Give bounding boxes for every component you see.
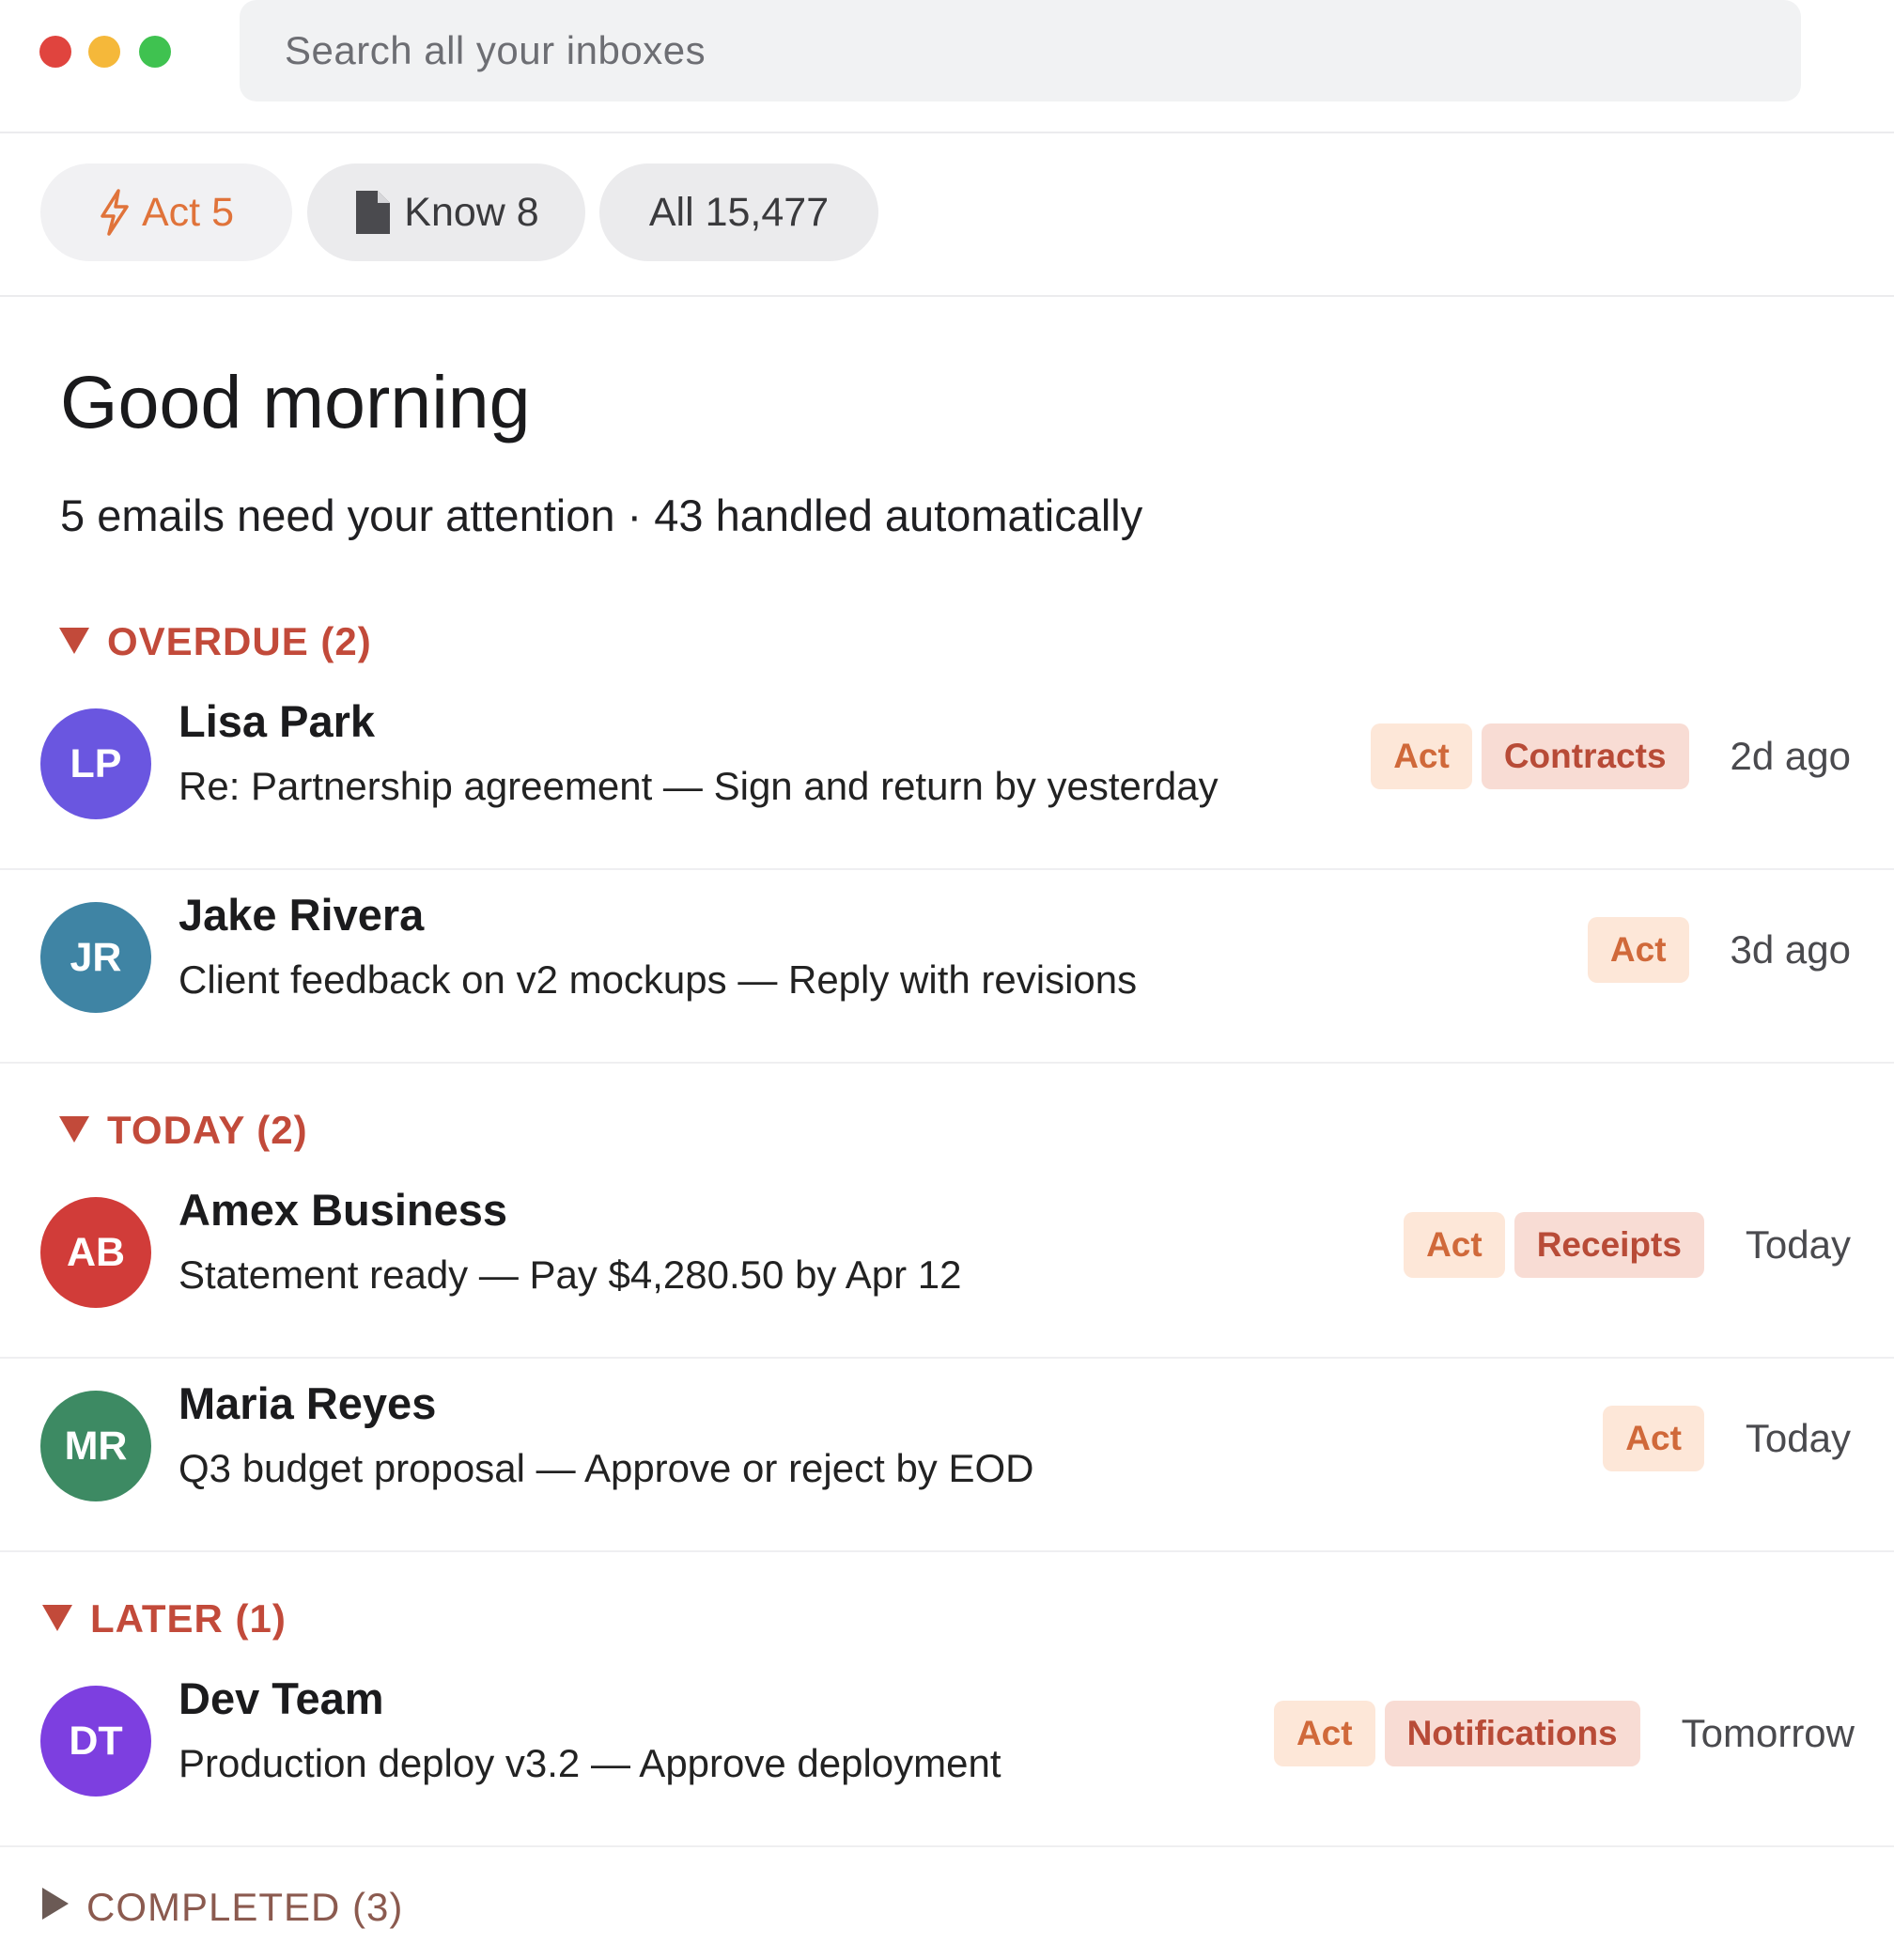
email-subject: Q3 budget proposal — Approve or reject b… bbox=[179, 1446, 1034, 1490]
section-header-today[interactable]: TODAY (2) bbox=[58, 1111, 308, 1150]
maximize-window-button[interactable] bbox=[139, 36, 171, 68]
sender-name: Jake Rivera bbox=[179, 890, 425, 940]
act-tag[interactable]: Act bbox=[1587, 917, 1689, 983]
tab-know-label: Know 8 bbox=[404, 189, 539, 235]
tab-all-label: All 15,477 bbox=[648, 189, 830, 235]
minimize-window-button[interactable] bbox=[88, 36, 120, 68]
avatar: LP bbox=[40, 708, 151, 819]
email-subject: Production deploy v3.2 — Approve deploym… bbox=[179, 1741, 1001, 1785]
email-meta: Act Receipts Today bbox=[1404, 1212, 1851, 1278]
collapse-triangle-icon bbox=[58, 1111, 90, 1150]
email-subject: Re: Partnership agreement — Sign and ret… bbox=[179, 764, 1219, 808]
act-tag[interactable]: Act bbox=[1371, 723, 1472, 789]
page-title: Good morning bbox=[60, 360, 531, 443]
tab-act-label: Act 5 bbox=[142, 189, 234, 235]
section-header-label: COMPLETED (3) bbox=[86, 1884, 404, 1929]
collapse-triangle-icon bbox=[58, 622, 90, 661]
email-row[interactable]: JR Jake Rivera Client feedback on v2 moc… bbox=[0, 870, 1894, 1064]
tab-act[interactable]: Act 5 bbox=[40, 163, 292, 261]
tab-all[interactable]: All 15,477 bbox=[599, 163, 878, 261]
section-header-label: LATER (1) bbox=[90, 1596, 287, 1641]
email-time: 3d ago bbox=[1730, 927, 1851, 972]
document-icon bbox=[353, 188, 393, 237]
email-time: 2d ago bbox=[1730, 734, 1851, 778]
act-tag[interactable]: Act bbox=[1273, 1701, 1375, 1766]
collapse-triangle-icon bbox=[41, 1599, 73, 1639]
sender-name: Amex Business bbox=[179, 1185, 508, 1235]
section-header-later[interactable]: LATER (1) bbox=[41, 1599, 287, 1639]
email-row[interactable]: AB Amex Business Statement ready — Pay $… bbox=[0, 1165, 1894, 1359]
email-row[interactable]: DT Dev Team Production deploy v3.2 — App… bbox=[0, 1654, 1894, 1847]
avatar: JR bbox=[40, 902, 151, 1013]
avatar: MR bbox=[40, 1391, 151, 1501]
avatar: DT bbox=[40, 1686, 151, 1797]
act-tag[interactable]: Act bbox=[1404, 1212, 1505, 1278]
category-tag[interactable]: Notifications bbox=[1384, 1701, 1640, 1766]
filter-tabs: Act 5 Know 8 All 15,477 bbox=[0, 133, 1894, 297]
email-meta: Act Contracts 2d ago bbox=[1371, 723, 1851, 789]
email-subject: Client feedback on v2 mockups — Reply wi… bbox=[179, 957, 1138, 1002]
email-time: Today bbox=[1745, 1222, 1851, 1267]
search-input[interactable] bbox=[240, 0, 1801, 101]
email-meta: Act Today bbox=[1603, 1406, 1851, 1471]
sender-name: Lisa Park bbox=[179, 696, 376, 746]
title-bar bbox=[0, 0, 1894, 133]
lightning-icon bbox=[99, 189, 131, 236]
act-tag[interactable]: Act bbox=[1603, 1406, 1704, 1471]
email-subject: Statement ready — Pay $4,280.50 by Apr 1… bbox=[179, 1252, 962, 1297]
section-header-overdue[interactable]: OVERDUE (2) bbox=[58, 622, 372, 661]
sender-name: Maria Reyes bbox=[179, 1378, 437, 1428]
email-time: Tomorrow bbox=[1681, 1711, 1855, 1755]
attention-summary: 5 emails need your attention · 43 handle… bbox=[60, 490, 1143, 540]
email-row[interactable]: LP Lisa Park Re: Partnership agreement —… bbox=[0, 677, 1894, 870]
email-meta: Act Notifications Tomorrow bbox=[1273, 1701, 1855, 1766]
tab-know[interactable]: Know 8 bbox=[307, 163, 585, 261]
category-tag[interactable]: Contracts bbox=[1481, 723, 1689, 789]
email-time: Today bbox=[1745, 1416, 1851, 1460]
avatar: AB bbox=[40, 1197, 151, 1308]
email-meta: Act 3d ago bbox=[1587, 917, 1851, 983]
category-tag[interactable]: Receipts bbox=[1514, 1212, 1704, 1278]
close-window-button[interactable] bbox=[39, 36, 71, 68]
section-header-label: TODAY (2) bbox=[107, 1108, 308, 1152]
expand-triangle-icon bbox=[41, 1887, 70, 1927]
section-header-completed[interactable]: COMPLETED (3) bbox=[41, 1887, 403, 1927]
section-header-label: OVERDUE (2) bbox=[107, 619, 372, 663]
email-row[interactable]: MR Maria Reyes Q3 budget proposal — Appr… bbox=[0, 1359, 1894, 1552]
sender-name: Dev Team bbox=[179, 1673, 384, 1723]
